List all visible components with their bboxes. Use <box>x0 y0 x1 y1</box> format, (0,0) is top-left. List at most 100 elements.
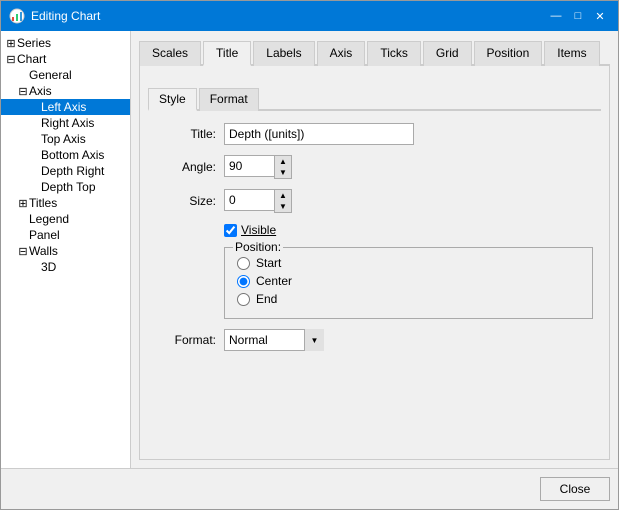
chart-icon <box>9 8 25 24</box>
sub-tab-style[interactable]: Style <box>148 88 197 111</box>
format-select-container: Normal Scientific Currency Percent Date … <box>224 329 324 351</box>
tree-item-label: Series <box>17 36 51 50</box>
tree-item-left-axis[interactable]: Left Axis <box>1 99 130 115</box>
angle-input[interactable] <box>224 155 274 177</box>
tree-item-label: Right Axis <box>41 116 94 130</box>
tree-item-series[interactable]: ⊞Series <box>1 35 130 51</box>
tree-item-general[interactable]: General <box>1 67 130 83</box>
tree-item-3d[interactable]: 3D <box>1 259 130 275</box>
tab-labels[interactable]: Labels <box>253 41 314 66</box>
tree-expander[interactable]: ⊟ <box>5 53 17 65</box>
tree-item-titles[interactable]: ⊞Titles <box>1 195 130 211</box>
sub-tab-content: Title: Angle: ▲ ▼ <box>148 111 601 373</box>
tree-item-depth-right[interactable]: Depth Right <box>1 163 130 179</box>
size-spin-buttons: ▲ ▼ <box>274 189 292 213</box>
tree-item-label: General <box>29 68 72 82</box>
tree-expander <box>29 133 41 145</box>
sub-tab-bar: Style Format <box>148 86 601 111</box>
angle-spin-up[interactable]: ▲ <box>275 156 291 167</box>
title-row: Title: <box>156 123 593 145</box>
minimize-button[interactable]: — <box>546 7 566 25</box>
tree-expander <box>29 101 41 113</box>
tab-ticks[interactable]: Ticks <box>367 41 421 66</box>
position-start-radio[interactable] <box>237 257 250 270</box>
title-field-label: Title: <box>156 127 216 141</box>
tree-item-depth-top[interactable]: Depth Top <box>1 179 130 195</box>
tree-item-chart[interactable]: ⊟Chart <box>1 51 130 67</box>
tree-item-label: Panel <box>29 228 60 242</box>
position-end-radio[interactable] <box>237 293 250 306</box>
position-end-label[interactable]: End <box>256 292 277 306</box>
tree-expander <box>29 261 41 273</box>
visible-row: Visible <box>224 223 593 237</box>
tab-scales[interactable]: Scales <box>139 41 201 66</box>
tree-item-label: Depth Right <box>41 164 104 178</box>
size-spin-down[interactable]: ▼ <box>275 201 291 212</box>
maximize-button[interactable]: □ <box>568 7 588 25</box>
tree-expander <box>29 149 41 161</box>
tree-item-legend[interactable]: Legend <box>1 211 130 227</box>
format-select[interactable]: Normal Scientific Currency Percent Date … <box>224 329 324 351</box>
tree-expander[interactable]: ⊟ <box>17 245 29 257</box>
position-start-label[interactable]: Start <box>256 256 281 270</box>
tree-expander <box>17 213 29 225</box>
tree-expander[interactable]: ⊞ <box>5 37 17 49</box>
angle-row: Angle: ▲ ▼ <box>156 155 593 179</box>
tree-item-label: Titles <box>29 196 57 210</box>
tree-item-label: Top Axis <box>41 132 86 146</box>
tab-items[interactable]: Items <box>544 41 599 66</box>
angle-spin-buttons: ▲ ▼ <box>274 155 292 179</box>
tree-item-label: 3D <box>41 260 56 274</box>
tree-expander[interactable]: ⊞ <box>17 197 29 209</box>
tree-expander <box>29 181 41 193</box>
sub-tab-format[interactable]: Format <box>199 88 259 111</box>
tree-item-bottom-axis[interactable]: Bottom Axis <box>1 147 130 163</box>
position-center-radio[interactable] <box>237 275 250 288</box>
tab-position[interactable]: Position <box>474 41 543 66</box>
tree-item-panel[interactable]: Panel <box>1 227 130 243</box>
tree-expander <box>17 69 29 81</box>
tab-content: Style Format Title: Angle: <box>139 66 610 460</box>
tree-item-axis[interactable]: ⊟Axis <box>1 83 130 99</box>
angle-label: Angle: <box>156 160 216 174</box>
tree-item-label: Axis <box>29 84 52 98</box>
main-window: Editing Chart — □ ✕ ⊞Series⊟ChartGeneral… <box>0 0 619 510</box>
tree-expander <box>17 229 29 241</box>
window-close-button[interactable]: ✕ <box>590 7 610 25</box>
visible-label[interactable]: Visible <box>241 223 276 237</box>
close-button[interactable]: Close <box>540 477 610 501</box>
angle-spin-down[interactable]: ▼ <box>275 167 291 178</box>
size-label: Size: <box>156 194 216 208</box>
position-start-row: Start <box>237 256 580 270</box>
format-row: Format: Normal Scientific Currency Perce… <box>156 329 593 351</box>
tree-item-right-axis[interactable]: Right Axis <box>1 115 130 131</box>
size-input[interactable] <box>224 189 274 211</box>
tree-item-label: Walls <box>29 244 58 258</box>
tree-expander[interactable]: ⊟ <box>17 85 29 97</box>
tab-axis[interactable]: Axis <box>317 41 366 66</box>
tree-item-label: Left Axis <box>41 100 86 114</box>
position-center-row: Center <box>237 274 580 288</box>
tree-item-walls[interactable]: ⊟Walls <box>1 243 130 259</box>
right-panel: Scales Title Labels Axis Ticks Grid Posi… <box>131 31 618 468</box>
title-bar-left: Editing Chart <box>9 8 100 24</box>
title-controls: — □ ✕ <box>546 7 610 25</box>
size-row: Size: ▲ ▼ <box>156 189 593 213</box>
tree-item-label: Bottom Axis <box>41 148 104 162</box>
position-group-label: Position: <box>233 240 283 254</box>
tree-expander <box>29 165 41 177</box>
tab-title[interactable]: Title <box>203 41 251 66</box>
position-center-label[interactable]: Center <box>256 274 292 288</box>
visible-checkbox[interactable] <box>224 224 237 237</box>
tree-item-label: Legend <box>29 212 69 226</box>
tree-item-label: Depth Top <box>41 180 96 194</box>
title-input[interactable] <box>224 123 414 145</box>
tree-item-top-axis[interactable]: Top Axis <box>1 131 130 147</box>
tab-grid[interactable]: Grid <box>423 41 472 66</box>
size-spin-up[interactable]: ▲ <box>275 190 291 201</box>
tree-item-label: Chart <box>17 52 46 66</box>
bottom-bar: Close <box>1 468 618 509</box>
window-title: Editing Chart <box>31 9 100 23</box>
title-bar: Editing Chart — □ ✕ <box>1 1 618 31</box>
main-tab-bar: Scales Title Labels Axis Ticks Grid Posi… <box>139 39 610 66</box>
